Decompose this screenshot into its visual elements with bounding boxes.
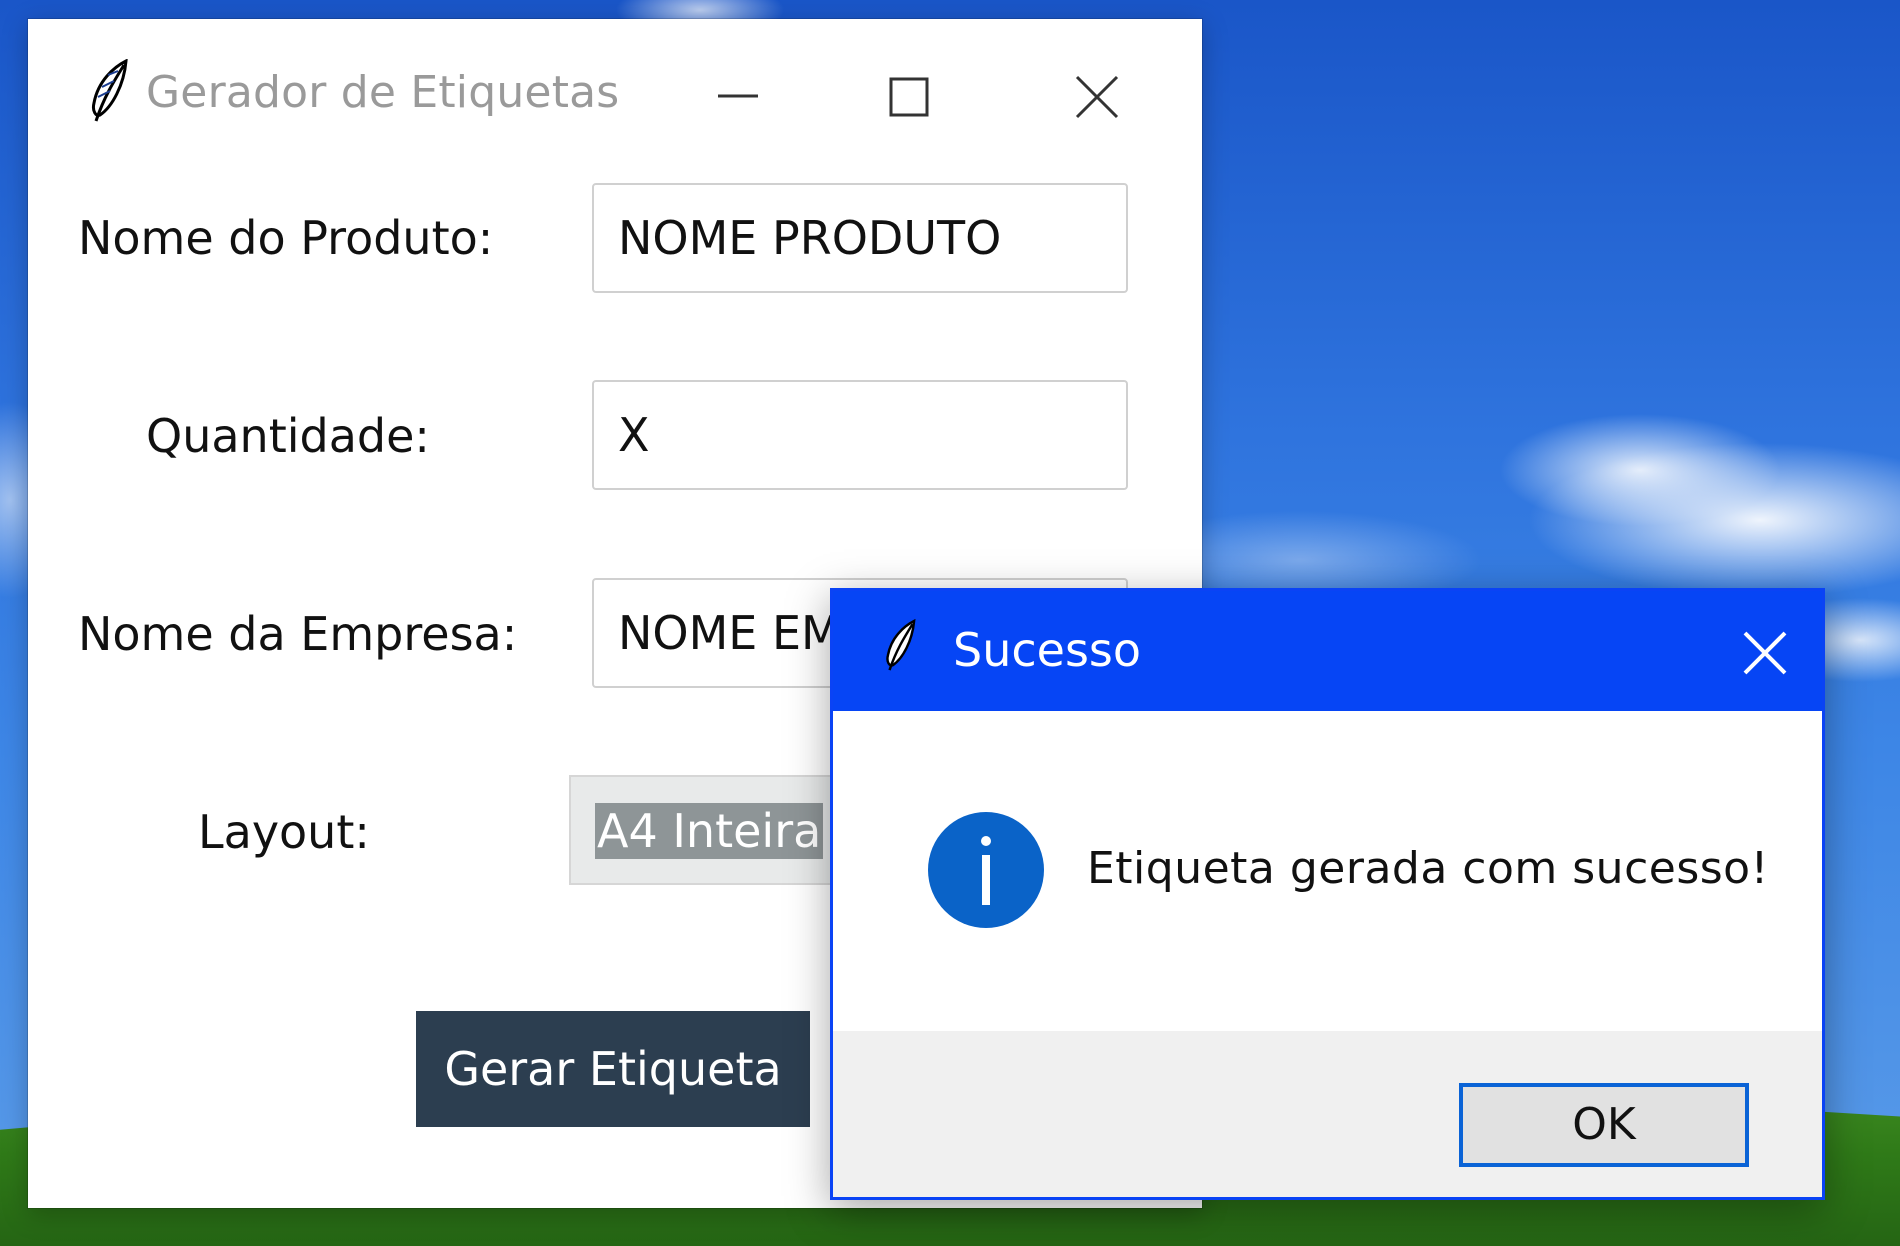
quantidade-input[interactable]: X — [592, 380, 1128, 490]
success-dialog: Sucesso Etiqueta gerada com sucesso! OK — [830, 588, 1825, 1200]
dialog-title: Sucesso — [953, 623, 1142, 677]
main-titlebar[interactable]: Gerador de Etiquetas — [28, 19, 1202, 139]
gerar-etiqueta-button[interactable]: Gerar Etiqueta — [416, 1011, 810, 1127]
produto-input[interactable]: NOME PRODUTO — [592, 183, 1128, 293]
ok-button[interactable]: OK — [1459, 1083, 1749, 1167]
dialog-footer: OK — [833, 1031, 1822, 1197]
info-icon — [928, 812, 1044, 928]
dialog-message: Etiqueta gerada com sucesso! — [1087, 843, 1769, 894]
close-icon — [1743, 631, 1787, 675]
minimize-button[interactable] — [678, 39, 788, 139]
empresa-label: Nome da Empresa: — [78, 607, 518, 661]
quantidade-label: Quantidade: — [146, 409, 430, 463]
produto-label: Nome do Produto: — [78, 211, 494, 265]
close-icon — [1075, 75, 1119, 119]
window-title: Gerador de Etiquetas — [146, 67, 620, 118]
minimize-icon — [718, 94, 758, 98]
dialog-close-button[interactable] — [1713, 601, 1813, 701]
dialog-titlebar[interactable]: Sucesso — [833, 591, 1822, 711]
maximize-icon — [889, 77, 929, 117]
layout-label: Layout: — [198, 805, 370, 859]
layout-selected-value: A4 Inteira — [595, 803, 824, 859]
feather-icon — [886, 618, 916, 671]
close-button[interactable] — [1041, 39, 1151, 139]
feather-icon — [92, 59, 128, 122]
maximize-button[interactable] — [858, 39, 968, 139]
